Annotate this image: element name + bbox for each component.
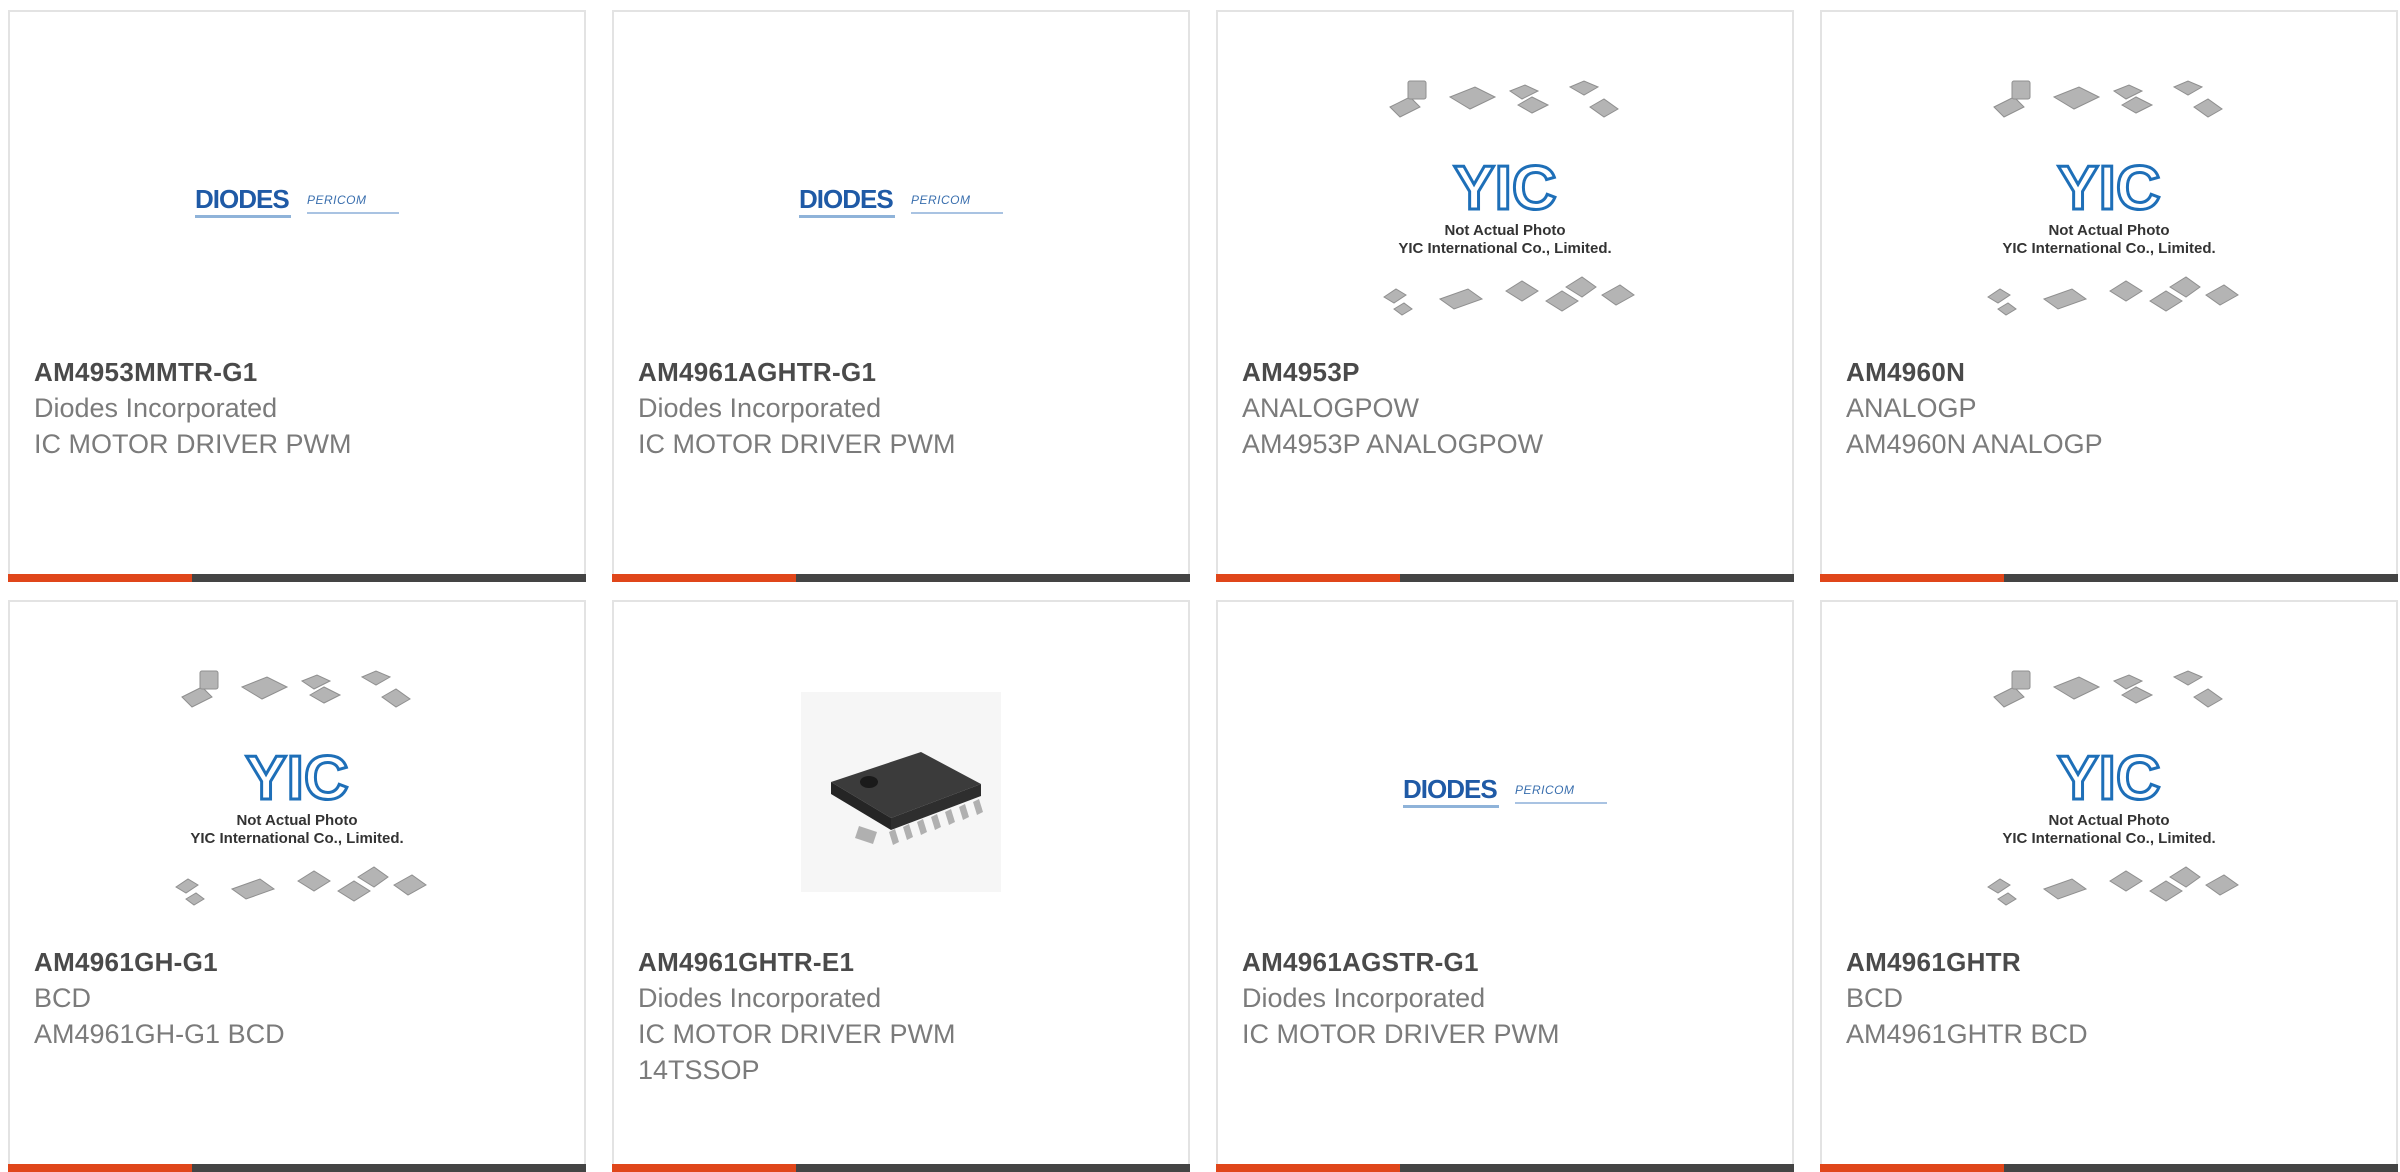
yic-company-text: YIC International Co., Limited. (2002, 240, 2215, 257)
card-footer-bar (1820, 574, 2398, 582)
yic-brand: YIC (2057, 154, 2160, 223)
manufacturer: ANALOGP (1846, 393, 1977, 423)
description: IC MOTOR DRIVER PWM (638, 1019, 956, 1049)
product-card[interactable]: AM4961GHTR-E1 Diodes Incorporated IC MOT… (612, 600, 1190, 1172)
description: IC MOTOR DRIVER PWM (1242, 1019, 1560, 1049)
package: 14TSSOP (638, 1055, 760, 1085)
part-number[interactable]: AM4961GHTR (1846, 944, 2376, 980)
product-image: YIC Not Actual Photo YIC International C… (1218, 52, 1792, 352)
product-image: YIC Not Actual Photo YIC International C… (10, 642, 584, 942)
product-image: DIODES PERICOM (10, 52, 584, 352)
yic-placeholder-image: YIC Not Actual Photo YIC International C… (1383, 80, 1635, 316)
yic-brand: YIC (1453, 154, 1556, 223)
yic-company-text: YIC International Co., Limited. (1398, 240, 1611, 257)
not-actual-photo-text: Not Actual Photo (2048, 812, 2169, 829)
manufacturer: Diodes Incorporated (638, 393, 882, 423)
manufacturer: Diodes Incorporated (1242, 983, 1486, 1013)
not-actual-photo-text: Not Actual Photo (236, 812, 357, 829)
part-number[interactable]: AM4961AGHTR-G1 (638, 354, 1168, 390)
diodes-logo: DIODES PERICOM (1403, 776, 1607, 808)
description: AM4961GH-G1 BCD (34, 1019, 285, 1049)
description: AM4960N ANALOGP (1846, 429, 2103, 459)
yic-placeholder-image: YIC Not Actual Photo YIC International C… (1987, 80, 2239, 316)
yic-placeholder-image: YIC Not Actual Photo YIC International C… (1987, 670, 2239, 906)
card-footer-bar (8, 1164, 586, 1172)
card-footer-bar (1820, 1164, 2398, 1172)
product-image: DIODES PERICOM (614, 52, 1188, 352)
product-image (614, 642, 1188, 942)
yic-company-text: YIC International Co., Limited. (190, 830, 403, 847)
product-image: YIC Not Actual Photo YIC International C… (1822, 52, 2396, 352)
part-number[interactable]: AM4953P (1242, 354, 1772, 390)
product-card[interactable]: YIC Not Actual Photo YIC International C… (1820, 600, 2398, 1172)
product-card[interactable]: YIC Not Actual Photo YIC International C… (1820, 10, 2398, 582)
manufacturer: BCD (34, 983, 92, 1013)
card-footer-bar (8, 574, 586, 582)
description: AM4961GHTR BCD (1846, 1019, 2088, 1049)
card-footer-bar (612, 1164, 1190, 1172)
part-number[interactable]: AM4961AGSTR-G1 (1242, 944, 1772, 980)
product-image: YIC Not Actual Photo YIC International C… (1822, 642, 2396, 942)
part-number[interactable]: AM4961GHTR-E1 (638, 944, 1168, 980)
product-grid: DIODES PERICOM AM4953MMTR-G1 Diodes Inco… (0, 0, 2400, 1172)
part-number[interactable]: AM4961GH-G1 (34, 944, 564, 980)
description: IC MOTOR DRIVER PWM (638, 429, 956, 459)
product-card[interactable]: DIODES PERICOM AM4961AGHTR-G1 Diodes Inc… (612, 10, 1190, 582)
description: IC MOTOR DRIVER PWM (34, 429, 352, 459)
manufacturer: BCD (1846, 983, 1904, 1013)
chip-photo (801, 692, 1001, 892)
not-actual-photo-text: Not Actual Photo (1444, 222, 1565, 239)
card-footer-bar (1216, 1164, 1794, 1172)
product-card[interactable]: DIODES PERICOM AM4961AGSTR-G1 Diodes Inc… (1216, 600, 1794, 1172)
card-footer-bar (1216, 574, 1794, 582)
yic-placeholder-image: YIC Not Actual Photo YIC International C… (175, 670, 427, 906)
description: AM4953P ANALOGPOW (1242, 429, 1544, 459)
card-footer-bar (612, 574, 1190, 582)
part-number[interactable]: AM4953MMTR-G1 (34, 354, 564, 390)
yic-brand: YIC (245, 744, 348, 813)
yic-company-text: YIC International Co., Limited. (2002, 830, 2215, 847)
manufacturer: Diodes Incorporated (34, 393, 278, 423)
tssop-chip-icon (831, 752, 983, 845)
manufacturer: ANALOGPOW (1242, 393, 1420, 423)
product-card[interactable]: YIC Not Actual Photo YIC International C… (1216, 10, 1794, 582)
part-number[interactable]: AM4960N (1846, 354, 2376, 390)
diodes-logo: DIODES PERICOM (799, 186, 1003, 218)
manufacturer: Diodes Incorporated (638, 983, 882, 1013)
yic-brand: YIC (2057, 744, 2160, 813)
product-card[interactable]: YIC Not Actual Photo YIC International C… (8, 600, 586, 1172)
product-image: DIODES PERICOM (1218, 642, 1792, 942)
diodes-logo: DIODES PERICOM (195, 186, 399, 218)
not-actual-photo-text: Not Actual Photo (2048, 222, 2169, 239)
product-card[interactable]: DIODES PERICOM AM4953MMTR-G1 Diodes Inco… (8, 10, 586, 582)
